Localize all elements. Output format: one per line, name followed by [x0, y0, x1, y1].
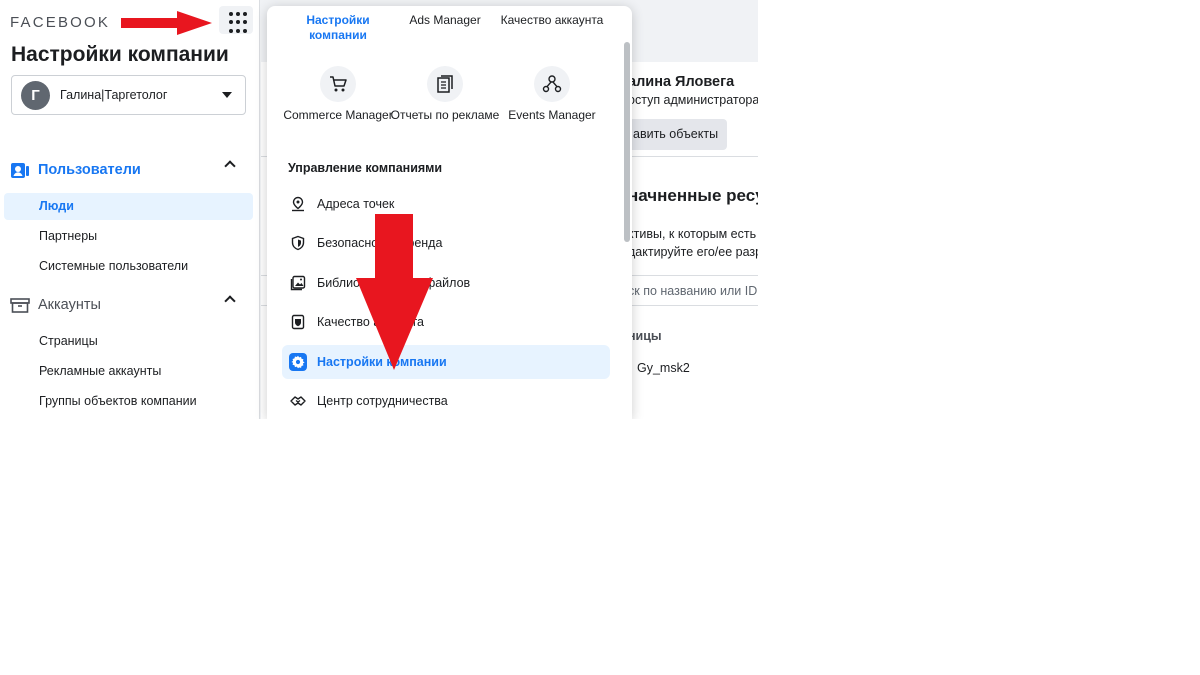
- tile-label: Commerce Manager: [283, 108, 393, 122]
- sidebar-item-business-asset-groups[interactable]: Группы объектов компании: [4, 388, 253, 415]
- account-quality-icon: [289, 313, 307, 331]
- list-item[interactable]: Gy_msk2: [637, 361, 690, 375]
- tile-ads-manager[interactable]: Ads Manager: [390, 13, 500, 28]
- facebook-logo: FACEBOOK: [10, 14, 111, 31]
- sidebar-item-system-users[interactable]: Системные пользователи: [4, 253, 253, 280]
- menu-item-business-settings[interactable]: Настройки компании: [282, 345, 610, 379]
- tile-label: Отчеты по рекламе: [390, 108, 500, 122]
- tile-ad-reports[interactable]: Отчеты по рекламе: [390, 66, 500, 123]
- scrollbar[interactable]: [624, 42, 630, 242]
- dot-icon: [229, 20, 233, 25]
- location-pin-icon: [289, 195, 307, 213]
- reports-icon: [427, 66, 463, 102]
- dot-icon: [243, 28, 247, 33]
- users-icon: [11, 163, 29, 178]
- tile-commerce-manager[interactable]: Commerce Manager: [283, 66, 393, 123]
- page-title: Настройки компании: [11, 43, 229, 66]
- avatar: Г: [21, 80, 50, 110]
- shield-icon: [289, 234, 307, 252]
- menu-item-collaboration-center[interactable]: Центр сотрудничества: [282, 384, 610, 418]
- tile-events-manager[interactable]: Events Manager: [497, 66, 607, 123]
- access-level: оступ администратора: [628, 93, 758, 107]
- dot-icon: [243, 20, 247, 25]
- dot-icon: [236, 20, 240, 25]
- chevron-up-icon[interactable]: [224, 160, 236, 172]
- pages-column-header: ницы: [628, 329, 662, 343]
- dot-icon: [229, 28, 233, 33]
- apps-dropdown-menu: Настройки компании Ads Manager Качество …: [267, 6, 632, 419]
- assets-description: дактируйте его/ее разр: [628, 245, 758, 259]
- apps-menu-button[interactable]: [219, 6, 253, 34]
- sidebar-item-pages[interactable]: Страницы: [4, 328, 253, 355]
- media-library-icon: [289, 274, 307, 292]
- handshake-icon: [289, 392, 307, 410]
- caret-down-icon: [222, 92, 232, 98]
- business-management-heading: Управление компаниями: [288, 161, 443, 175]
- sidebar-section-label: Пользователи: [38, 162, 141, 178]
- tile-account-quality[interactable]: Качество аккаунта: [497, 13, 607, 28]
- gear-icon: [289, 353, 307, 371]
- dot-icon: [236, 12, 240, 16]
- menu-item-label: Центр сотрудничества: [317, 394, 448, 408]
- briefcase-icon: [10, 298, 30, 313]
- left-sidebar: FACEBOOK Настройки компании Г Галина|Тар…: [0, 0, 260, 419]
- assigned-assets-heading: начненные ресурс: [628, 186, 758, 205]
- sidebar-item-partners[interactable]: Партнеры: [4, 223, 253, 250]
- sidebar-item-people[interactable]: Люди: [4, 193, 253, 220]
- dot-icon: [243, 12, 247, 16]
- menu-item-label: Адреса точек: [317, 197, 395, 211]
- sidebar-item-ad-accounts[interactable]: Рекламные аккаунты: [4, 358, 253, 385]
- events-icon: [534, 66, 570, 102]
- tile-label: Events Manager: [508, 108, 596, 122]
- asset-search-input[interactable]: ск по названию или ID: [628, 284, 757, 298]
- menu-item-brand-safety[interactable]: Безопасность бренда: [282, 226, 610, 260]
- menu-item-media-library[interactable]: Библиотека медиафайлов: [282, 266, 610, 300]
- assets-description: ктивы, к которым есть: [628, 227, 757, 241]
- account-name: Галина|Таргетолог: [60, 88, 168, 102]
- sidebar-section-accounts[interactable]: Аккаунты: [10, 295, 240, 315]
- annotation-arrow-down: [356, 214, 433, 370]
- sidebar-section-users[interactable]: Пользователи: [10, 160, 240, 180]
- tile-business-settings[interactable]: Настройки компании: [283, 13, 393, 43]
- menu-item-store-locations[interactable]: Адреса точек: [282, 187, 610, 221]
- cart-icon: [320, 66, 356, 102]
- dot-icon: [229, 12, 233, 16]
- annotation-arrow-right: [121, 11, 212, 35]
- person-name: алина Яловега: [628, 74, 735, 90]
- sidebar-section-label: Аккаунты: [38, 297, 101, 313]
- business-settings-screen: FACEBOOK Настройки компании Г Галина|Тар…: [0, 0, 758, 419]
- menu-item-account-quality[interactable]: Качество аккаунта: [282, 305, 610, 339]
- business-account-select[interactable]: Г Галина|Таргетолог: [11, 75, 246, 115]
- chevron-up-icon[interactable]: [224, 295, 236, 307]
- dot-icon: [236, 28, 240, 33]
